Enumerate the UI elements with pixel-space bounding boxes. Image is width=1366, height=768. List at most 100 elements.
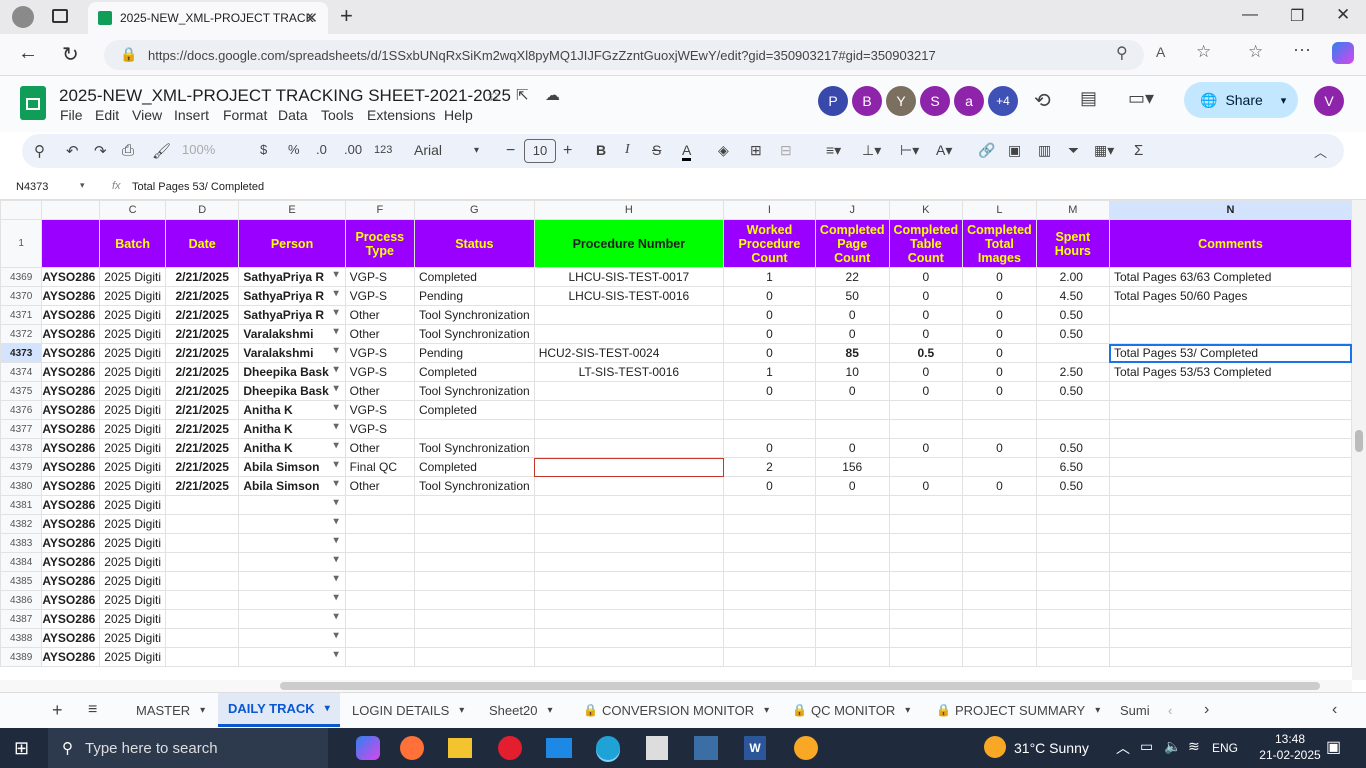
row-number[interactable]: 4374 xyxy=(0,362,43,382)
cell-comments[interactable] xyxy=(1108,514,1352,534)
cell-process-type[interactable] xyxy=(344,571,415,591)
cell-completed-page[interactable]: 50 xyxy=(814,286,890,306)
cell-completed-page[interactable]: 0 xyxy=(814,305,890,325)
font-size-increase-icon[interactable]: + xyxy=(563,142,572,160)
favorites-icon[interactable]: ☆ xyxy=(1248,42,1263,62)
cell-worked-count[interactable] xyxy=(723,400,816,420)
cell-procedure-number[interactable] xyxy=(533,533,725,553)
version-history-icon[interactable]: ⟲ xyxy=(1034,88,1051,113)
cell-completed-images[interactable]: 0 xyxy=(962,476,1037,496)
cell-procedure-number[interactable]: LHCU-SIS-TEST-0017 xyxy=(533,267,725,287)
cell-completed-table[interactable]: 0 xyxy=(888,286,964,306)
app-icon[interactable] xyxy=(646,736,668,760)
cell-status[interactable]: Completed xyxy=(413,362,535,382)
more-formats-button[interactable]: 123 xyxy=(374,144,392,156)
cell-id[interactable]: AYSO286 xyxy=(41,286,101,306)
cell-completed-page[interactable] xyxy=(814,571,890,591)
menu-format[interactable]: Format xyxy=(223,107,267,123)
cell-person[interactable]: Abila Simson xyxy=(238,457,346,477)
row-number[interactable]: 1 xyxy=(0,219,43,268)
cell-completed-table[interactable] xyxy=(888,609,964,629)
cell-completed-page[interactable]: 0 xyxy=(814,381,890,401)
cell-date[interactable]: 2/21/2025 xyxy=(164,362,240,382)
column-header[interactable]: E xyxy=(238,200,346,220)
collapse-menus-icon[interactable]: ︿ xyxy=(1314,142,1327,161)
collaborator-avatar[interactable]: Y xyxy=(886,86,916,116)
app-icon[interactable] xyxy=(694,736,718,760)
cell-completed-images[interactable]: 0 xyxy=(962,305,1037,325)
cell-comments[interactable] xyxy=(1108,438,1352,458)
cell-process-type[interactable]: Other xyxy=(344,438,415,458)
cell-completed-images[interactable]: 0 xyxy=(962,362,1037,382)
cell-completed-table[interactable] xyxy=(888,552,964,572)
column-header[interactable] xyxy=(41,200,101,220)
font-size-decrease-icon[interactable]: − xyxy=(506,142,515,160)
cell-completed-images[interactable] xyxy=(962,628,1037,648)
cell-completed-page[interactable] xyxy=(814,609,890,629)
cell-date[interactable] xyxy=(164,495,240,515)
cell-status[interactable]: Pending xyxy=(413,286,535,306)
font-dropdown-icon[interactable]: ▾ xyxy=(474,145,479,156)
cell-procedure-number[interactable] xyxy=(533,438,725,458)
cell-status[interactable] xyxy=(413,647,535,667)
column-header[interactable]: J xyxy=(814,200,890,220)
cell-batch[interactable]: 2025 Digiti xyxy=(99,571,166,591)
cell-spent-hours[interactable] xyxy=(1035,628,1110,648)
cell-person[interactable]: Dheepika Bask xyxy=(238,362,346,382)
column-header[interactable]: L xyxy=(962,200,1037,220)
cell-comments[interactable] xyxy=(1108,457,1352,477)
cell-batch[interactable]: 2025 Digiti xyxy=(99,419,166,439)
cell-worked-count[interactable]: 2 xyxy=(723,457,816,477)
cell-person[interactable]: Anitha K xyxy=(238,419,346,439)
cell-date[interactable]: 2/21/2025 xyxy=(164,324,240,344)
cell-spent-hours[interactable] xyxy=(1035,571,1110,591)
cell-completed-table[interactable]: 0 xyxy=(888,305,964,325)
cell-comments[interactable] xyxy=(1108,419,1352,439)
cell-id[interactable]: AYSO286 xyxy=(41,400,101,420)
cell-completed-images[interactable]: 0 xyxy=(962,381,1037,401)
cell-id[interactable]: AYSO286 xyxy=(41,343,101,363)
cell-batch[interactable]: 2025 Digiti xyxy=(99,286,166,306)
cell-date[interactable]: 2/21/2025 xyxy=(164,381,240,401)
cell-process-type[interactable]: Other xyxy=(344,381,415,401)
cell-status[interactable] xyxy=(413,628,535,648)
column-header[interactable]: D xyxy=(164,200,240,220)
cloud-status-icon[interactable]: ☁ xyxy=(545,86,560,104)
menu-tools[interactable]: Tools xyxy=(321,107,354,123)
cell-completed-page[interactable]: 156 xyxy=(814,457,890,477)
cell-date[interactable] xyxy=(164,609,240,629)
cell-status[interactable] xyxy=(413,533,535,553)
cell-status[interactable] xyxy=(413,571,535,591)
cell-id[interactable]: AYSO286 xyxy=(41,533,101,553)
cell-status[interactable]: Completed xyxy=(413,457,535,477)
word-icon[interactable]: W xyxy=(744,736,766,760)
cell-person[interactable] xyxy=(238,628,346,648)
cell-worked-count[interactable] xyxy=(723,590,816,610)
sheet-tab[interactable]: LOGIN DETAILS ▾ xyxy=(352,693,464,727)
cell-spent-hours[interactable]: 0.50 xyxy=(1035,305,1110,325)
profile-icon[interactable] xyxy=(12,6,34,28)
cell-completed-images[interactable] xyxy=(962,419,1037,439)
cell-person[interactable] xyxy=(238,609,346,629)
cell-process-type[interactable] xyxy=(344,533,415,553)
header-date[interactable]: Date xyxy=(164,219,240,268)
doc-title[interactable]: 2025-NEW_XML-PROJECT TRACKING SHEET-2021… xyxy=(59,86,511,106)
cell-completed-page[interactable]: 0 xyxy=(814,438,890,458)
text-color-icon[interactable]: A xyxy=(682,142,692,161)
cell-process-type[interactable]: VGP-S xyxy=(344,343,415,363)
cell-status[interactable]: Tool Synchronization xyxy=(413,438,535,458)
cell-person[interactable]: Anitha K xyxy=(238,438,346,458)
cell-completed-images[interactable] xyxy=(962,590,1037,610)
cell-status[interactable] xyxy=(413,552,535,572)
cell-spent-hours[interactable] xyxy=(1035,419,1110,439)
cell-id[interactable]: AYSO286 xyxy=(41,571,101,591)
sheet-tab-dropdown-icon[interactable]: ▾ xyxy=(1095,705,1100,716)
cell-process-type[interactable]: Other xyxy=(344,324,415,344)
cell-id[interactable]: AYSO286 xyxy=(41,267,101,287)
cell-batch[interactable]: 2025 Digiti xyxy=(99,476,166,496)
tab-actions-icon[interactable] xyxy=(52,9,68,23)
cell-batch[interactable]: 2025 Digiti xyxy=(99,343,166,363)
cell-date[interactable] xyxy=(164,647,240,667)
cell-date[interactable] xyxy=(164,628,240,648)
cell-procedure-number[interactable] xyxy=(533,457,725,477)
